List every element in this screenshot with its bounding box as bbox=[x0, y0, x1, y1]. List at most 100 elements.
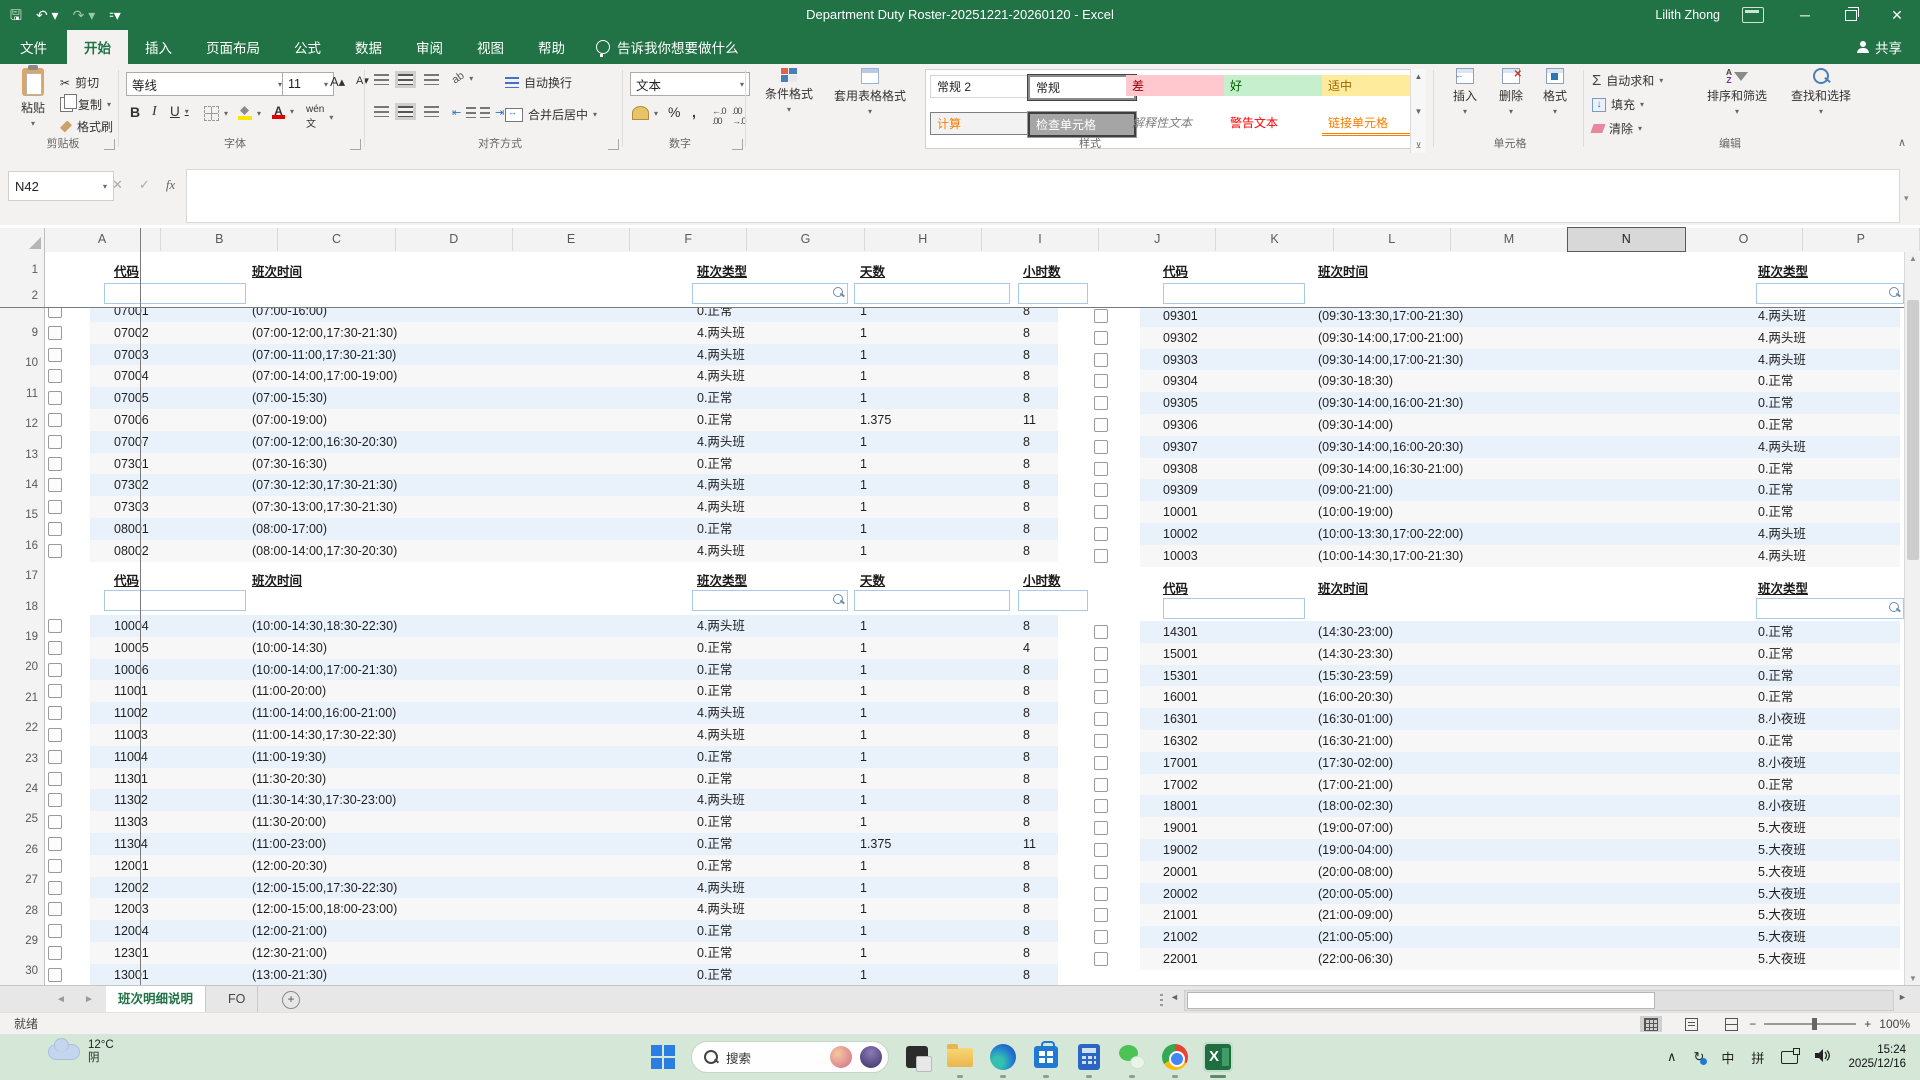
row-header-23[interactable]: 23 bbox=[25, 753, 38, 765]
cell-style-normal[interactable]: 常规 bbox=[1028, 75, 1136, 100]
row-header-29[interactable]: 29 bbox=[25, 935, 38, 947]
bold-button[interactable]: B bbox=[130, 104, 140, 120]
increase-indent-button[interactable]: ⇥ bbox=[480, 106, 504, 119]
find-select-button[interactable]: 查找和选择▾ bbox=[1784, 68, 1858, 116]
tab-home[interactable]: 开始 bbox=[67, 30, 128, 64]
row-header-9[interactable]: 9 bbox=[32, 327, 38, 339]
delete-cells-button[interactable]: 删除▾ bbox=[1489, 68, 1533, 116]
cancel-entry-icon[interactable]: ✕ bbox=[112, 177, 123, 193]
fill-button[interactable]: ↓填充▾ bbox=[1592, 96, 1644, 113]
align-top-button[interactable] bbox=[374, 74, 389, 85]
decrease-decimal-button[interactable]: .00→.0 bbox=[732, 106, 746, 126]
row-checkbox[interactable] bbox=[48, 968, 62, 982]
row-checkbox[interactable] bbox=[1094, 353, 1108, 367]
row-header-19[interactable]: 19 bbox=[25, 631, 38, 643]
cell-style-normal2[interactable]: 常规 2 bbox=[930, 75, 1036, 98]
row-header-28[interactable]: 28 bbox=[25, 905, 38, 917]
font-size-combo[interactable]: 11▾ bbox=[282, 72, 334, 96]
cell-style-good[interactable]: 好 bbox=[1224, 75, 1328, 96]
sync-icon[interactable]: ↻ bbox=[1694, 1049, 1705, 1065]
column-header-A[interactable]: A bbox=[44, 228, 161, 251]
filter-input-left_top-0[interactable] bbox=[104, 283, 246, 304]
copy-button[interactable]: 复制▾ bbox=[60, 96, 111, 113]
filter-input-left_bottom-3[interactable] bbox=[1018, 590, 1088, 611]
sheet-nav-left-icon[interactable]: ◄ bbox=[56, 986, 66, 1013]
align-middle-button[interactable] bbox=[398, 74, 413, 85]
increase-decimal-button[interactable]: ←.0.00 bbox=[712, 106, 726, 126]
align-center-button[interactable] bbox=[398, 106, 413, 117]
column-header-C[interactable]: C bbox=[279, 228, 396, 251]
row-checkbox[interactable] bbox=[1094, 309, 1108, 323]
excel-taskbar-button[interactable] bbox=[1203, 1042, 1233, 1072]
row-checkbox[interactable] bbox=[1094, 505, 1108, 519]
zoom-level[interactable]: 100% bbox=[1879, 1017, 1910, 1031]
column-header-O[interactable]: O bbox=[1686, 228, 1803, 251]
tab-data[interactable]: 数据 bbox=[338, 30, 399, 64]
filter-input-left_bottom-2[interactable] bbox=[854, 590, 1010, 611]
tab-page-layout[interactable]: 页面布局 bbox=[189, 30, 277, 64]
filter-input-left_top-1[interactable] bbox=[692, 283, 848, 304]
column-header-H[interactable]: H bbox=[865, 228, 982, 251]
number-format-combo[interactable]: 文本▾ bbox=[630, 72, 750, 96]
row-header-25[interactable]: 25 bbox=[25, 813, 38, 825]
borders-button[interactable]: ▾ bbox=[204, 106, 228, 121]
align-bottom-button[interactable] bbox=[424, 74, 439, 85]
row-header-10[interactable]: 10 bbox=[25, 357, 38, 369]
share-button[interactable]: 共享 bbox=[1857, 30, 1902, 64]
clipboard-dialog-launcher[interactable] bbox=[104, 139, 115, 150]
grow-font-button[interactable]: A▴ bbox=[330, 74, 345, 90]
column-header-D[interactable]: D bbox=[396, 228, 513, 251]
row-checkbox[interactable] bbox=[1094, 734, 1108, 748]
fx-icon[interactable]: fx bbox=[166, 177, 175, 193]
row-checkbox[interactable] bbox=[1094, 549, 1108, 563]
weather-widget[interactable]: 12°C阴 bbox=[48, 1039, 114, 1065]
tab-help[interactable]: 帮助 bbox=[521, 30, 582, 64]
row-checkbox[interactable] bbox=[1094, 778, 1108, 792]
name-box[interactable]: N42▾ bbox=[8, 171, 114, 201]
formula-bar-expand-icon[interactable]: ▾ bbox=[1904, 193, 1909, 204]
column-header-N[interactable]: N bbox=[1568, 228, 1685, 251]
row-checkbox[interactable] bbox=[1094, 647, 1108, 661]
row-checkbox[interactable] bbox=[1094, 756, 1108, 770]
filter-input-right_top-0[interactable] bbox=[1163, 283, 1305, 304]
row-header-13[interactable]: 13 bbox=[25, 449, 38, 461]
cell-style-explanatory[interactable]: 解释性文本 bbox=[1126, 112, 1230, 133]
filter-input-left_top-3[interactable] bbox=[1018, 283, 1088, 304]
fill-color-button[interactable]: ▾ bbox=[238, 106, 261, 120]
tell-me-box[interactable]: 告诉我你想要做什么 bbox=[582, 30, 753, 64]
task-view-button[interactable] bbox=[902, 1042, 932, 1072]
column-header-G[interactable]: G bbox=[748, 228, 865, 251]
orientation-button[interactable]: ab▾ bbox=[452, 72, 473, 84]
number-dialog-launcher[interactable] bbox=[732, 139, 743, 150]
horizontal-scrollbar-thumb[interactable] bbox=[1187, 992, 1655, 1009]
filter-input-left_bottom-0[interactable] bbox=[104, 590, 246, 611]
row-header-27[interactable]: 27 bbox=[25, 874, 38, 886]
percent-style-button[interactable]: % bbox=[668, 104, 680, 120]
row-header-11[interactable]: 11 bbox=[26, 388, 38, 400]
wechat-button[interactable] bbox=[1117, 1042, 1147, 1072]
row-checkbox[interactable] bbox=[1094, 930, 1108, 944]
decrease-indent-button[interactable]: ⇤ bbox=[452, 106, 476, 119]
minimize-button[interactable]: ─ bbox=[1782, 0, 1828, 30]
column-header-L[interactable]: L bbox=[1334, 228, 1451, 251]
row-header-16[interactable]: 16 bbox=[25, 540, 38, 552]
row-header-30[interactable]: 30 bbox=[25, 965, 38, 977]
zoom-out-button[interactable]: − bbox=[1749, 1017, 1756, 1031]
wrap-text-button[interactable]: 自动换行 bbox=[505, 74, 572, 91]
column-header-I[interactable]: I bbox=[982, 228, 1099, 251]
phonetic-guide-button[interactable]: wén文 ▾ bbox=[306, 104, 333, 130]
sheet-tab-fo[interactable]: FO bbox=[216, 986, 258, 1012]
cell-style-calculation[interactable]: 计算 bbox=[930, 112, 1036, 135]
ime-mode[interactable]: 中 bbox=[1721, 1048, 1734, 1067]
row-header-17[interactable]: 17 bbox=[25, 570, 38, 582]
page-break-view-button[interactable] bbox=[1720, 1016, 1742, 1032]
format-cells-button[interactable]: 格式▾ bbox=[1533, 68, 1577, 116]
row-checkbox[interactable] bbox=[1094, 483, 1108, 497]
column-header-P[interactable]: P bbox=[1803, 228, 1920, 251]
row-checkbox[interactable] bbox=[1094, 690, 1108, 704]
column-header-J[interactable]: J bbox=[1099, 228, 1216, 251]
tab-review[interactable]: 审阅 bbox=[399, 30, 460, 64]
row-checkbox[interactable] bbox=[1094, 440, 1108, 454]
row-checkbox[interactable] bbox=[1094, 865, 1108, 879]
display-icon[interactable] bbox=[1781, 1051, 1798, 1064]
